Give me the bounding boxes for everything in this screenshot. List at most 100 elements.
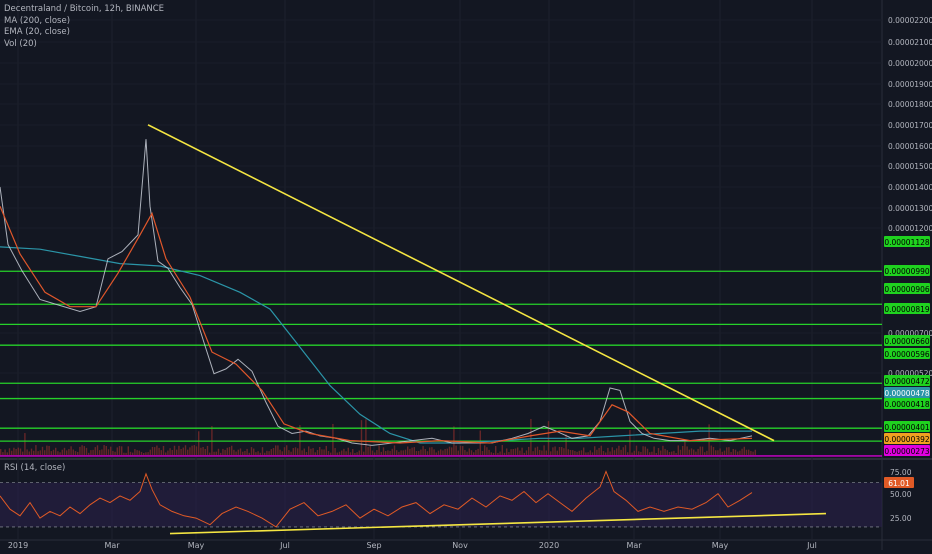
- volume-bar: [539, 449, 541, 455]
- volume-bar: [134, 449, 136, 455]
- volume-bar: [132, 452, 134, 455]
- volume-bar: [294, 447, 297, 455]
- volume-bar: [253, 448, 255, 455]
- volume-bar: [385, 451, 387, 455]
- volume-bar: [679, 449, 682, 455]
- volume-bar: [543, 445, 545, 455]
- volume-bar: [206, 445, 209, 455]
- rsi-tick-label: 75.00: [890, 468, 912, 477]
- volume-bar: [94, 447, 96, 455]
- volume-bar: [19, 448, 22, 455]
- volume-bar: [521, 447, 523, 455]
- volume-bar: [352, 449, 354, 455]
- volume-bar: [319, 446, 321, 455]
- volume-bar: [451, 447, 453, 455]
- volume-bar: [426, 451, 429, 455]
- x-tick-label: Mar: [104, 541, 120, 550]
- volume-bar: [17, 447, 19, 455]
- volume-bar: [314, 452, 316, 455]
- volume-bar: [173, 445, 176, 455]
- volume-bar: [598, 447, 600, 455]
- volume-bar: [290, 451, 292, 455]
- x-tick-label: Jul: [806, 541, 817, 550]
- volume-bar: [429, 447, 431, 455]
- volume-bar: [160, 450, 162, 455]
- volume-bar: [50, 451, 52, 455]
- volume-bar: [158, 447, 160, 455]
- volume-bar: [204, 448, 206, 455]
- volume-bar: [209, 452, 211, 455]
- volume-bar: [754, 449, 756, 455]
- x-tick-label: Mar: [626, 541, 642, 550]
- volume-bar: [473, 452, 475, 455]
- volume-bar: [154, 447, 156, 455]
- volume-bar: [411, 447, 413, 455]
- chart-svg[interactable]: 2019 Mar May Jul Sep Nov 2020 Mar May Jul 0.000022…: [0, 0, 932, 550]
- volume-bar: [418, 450, 420, 455]
- rsi-tick-label: 25.00: [890, 514, 912, 523]
- chart-area[interactable]: 2019 Mar May Jul Sep Nov 2020 Mar May Jul 0.000022…: [0, 0, 932, 550]
- volume-bar: [561, 447, 563, 455]
- volume-bar: [268, 451, 270, 455]
- volume-bar: [415, 450, 418, 455]
- volume-bar: [61, 449, 63, 455]
- volume-bar: [202, 446, 204, 455]
- volume-bar: [501, 445, 503, 455]
- volume-bar: [576, 451, 578, 455]
- volume-bar: [110, 446, 112, 455]
- price-label: 0.00000596: [884, 350, 930, 359]
- volume-bar: [15, 449, 17, 455]
- price-label: 0.00000418: [884, 400, 930, 409]
- volume-bar: [424, 449, 426, 455]
- volume-bar: [510, 449, 512, 455]
- volume-bar: [556, 450, 558, 455]
- volume-bar: [277, 445, 279, 455]
- volume-bar: [715, 450, 717, 455]
- y-tick-label: 0.00002200: [888, 16, 932, 25]
- price-label: 0.00001128: [884, 238, 930, 247]
- volume-bar: [171, 449, 173, 455]
- volume-bar: [723, 450, 726, 455]
- volume-bar: [0, 449, 2, 455]
- volume-bar: [136, 450, 138, 455]
- volume-bar: [365, 419, 367, 455]
- volume-bar: [347, 447, 349, 455]
- volume-bar: [391, 448, 393, 455]
- volume-bar: [629, 429, 631, 455]
- volume-bar: [371, 450, 374, 455]
- volume-bar: [193, 445, 195, 455]
- volume-bar: [466, 451, 468, 455]
- volume-bar: [301, 450, 303, 455]
- volume-bar: [464, 449, 466, 455]
- volume-bar: [266, 450, 268, 455]
- volume-bar: [217, 448, 220, 455]
- volume-bar: [336, 452, 338, 455]
- volume-bar: [745, 449, 748, 455]
- volume-bar: [57, 451, 59, 455]
- volume-bar: [519, 450, 521, 455]
- volume-bar: [532, 451, 534, 455]
- volume-bar: [275, 445, 277, 455]
- y-tick-label: 0.00002100: [888, 38, 932, 47]
- volume-bar: [477, 448, 479, 455]
- volume-bar: [677, 445, 679, 455]
- volume-bar: [657, 448, 660, 455]
- volume-bar: [484, 445, 486, 455]
- volume-bar: [338, 451, 341, 455]
- volume-bar: [459, 445, 462, 455]
- volume-bar: [743, 446, 745, 455]
- price-label: 0.00000990: [884, 267, 930, 276]
- volume-bar: [195, 446, 198, 455]
- volume-bar: [2, 452, 4, 455]
- volume-bar: [360, 420, 363, 455]
- volume-bar: [26, 449, 28, 455]
- volume-bar: [41, 446, 44, 455]
- volume-bar: [283, 447, 286, 455]
- volume-bar: [407, 446, 409, 455]
- volume-bar: [607, 447, 609, 455]
- volume-bar: [44, 450, 46, 455]
- volume-bar: [475, 449, 477, 455]
- volume-bar: [752, 451, 754, 455]
- volume-bar: [213, 451, 215, 455]
- volume-bar: [635, 445, 638, 455]
